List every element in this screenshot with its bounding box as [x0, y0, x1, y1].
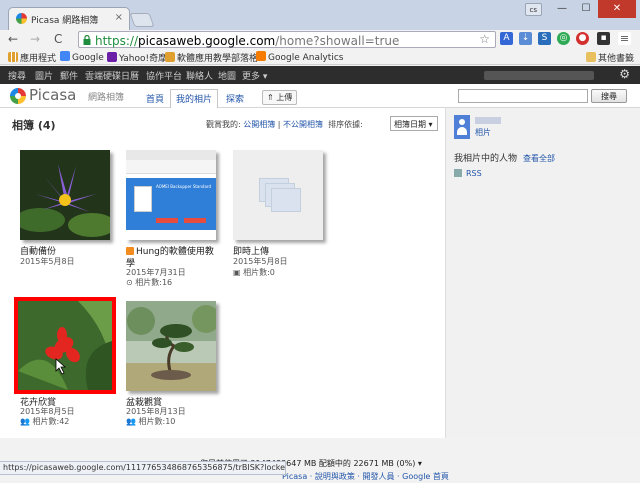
people-icon: 👥 [126, 417, 139, 426]
sort-select[interactable]: 相簿日期 ▾ [390, 116, 438, 131]
maximize-button[interactable]: ☐ [574, 0, 598, 18]
yahoo-icon [107, 52, 117, 62]
private-albums-link[interactable]: 不公開相簿 [283, 120, 323, 129]
album-date: 2015年5月8日 [20, 257, 75, 266]
albums-title: 相簿 (4) [12, 119, 56, 132]
extension-icon-3[interactable]: S [538, 32, 551, 45]
thumb-caption: AOMEI Backupper Standard [156, 184, 212, 189]
bookmark-other[interactable]: 其他書籤 [586, 51, 634, 64]
people-section: 我相片中的人物 查看全部 [454, 154, 556, 164]
blogger-icon [126, 247, 134, 255]
albums-panel: 相簿 (4) 觀賞我的: 公開相簿 | 不公開相簿 排序依據: 相簿日期 ▾ 自… [0, 108, 445, 438]
gbar-images[interactable]: 圖片 [35, 69, 53, 82]
adblock-icon[interactable]: ● [576, 32, 589, 45]
gbar-mail[interactable]: 郵件 [60, 69, 78, 82]
rss-link[interactable]: RSS [454, 169, 482, 178]
extension-icon-2[interactable]: ⇣ [519, 32, 532, 45]
gbar-sites[interactable]: 協作平台 [146, 69, 182, 82]
close-window-button[interactable]: ✕ [598, 0, 636, 18]
picasa-logo-icon [10, 88, 26, 104]
gbar-maps[interactable]: 地圖 [218, 69, 236, 82]
bookmark-star-icon[interactable]: ☆ [479, 32, 490, 46]
bookmark-apps[interactable]: 應用程式 [8, 51, 56, 64]
google-bar: 搜尋 圖片 郵件 雲端硬碟 日曆 協作平台 聯絡人 地圖 更多 ▾ ⚙ [0, 66, 640, 84]
new-tab-button[interactable] [129, 13, 155, 27]
canna-flower-photo [18, 301, 112, 390]
translate-extension-icon[interactable]: A [500, 32, 513, 45]
picasa-favicon-icon [16, 13, 27, 24]
minimize-button[interactable]: — [550, 0, 574, 18]
album-thumb-auto-backup[interactable] [20, 150, 110, 240]
picasa-header: Picasa 網路相簿 首頁 我的相片 探索 ⇑ 上傳 搜尋 [0, 84, 640, 109]
tab-my-photos[interactable]: 我的相片 [170, 89, 219, 109]
upload-button[interactable]: ⇑ 上傳 [262, 90, 298, 105]
bookmarks-bar: 應用程式 Google Yahoo!奇摩 軟體應用教學部落格 Google An… [0, 49, 640, 65]
album-count: 👥 相片數:10 [126, 417, 176, 426]
album-count: ⊙ 相片數:16 [126, 278, 173, 287]
gbar-calendar[interactable]: 日曆 [121, 69, 139, 82]
view-options: 觀賞我的: 公開相簿 | 不公開相簿 排序依據: [206, 120, 363, 129]
google-icon [60, 51, 70, 61]
tab-title: Picasa 網路相簿 [31, 16, 99, 26]
bookmark-analytics[interactable]: Google Analytics [256, 51, 343, 63]
album-date: 2015年5月8日 [233, 257, 288, 266]
search-button[interactable]: 搜尋 [591, 89, 627, 103]
album-count: 👥 相片數:42 [20, 417, 70, 426]
gbar-contacts[interactable]: 聯絡人 [186, 69, 213, 82]
address-bar[interactable]: https://picasaweb.google.com/home?showal… [78, 31, 496, 48]
footer-links[interactable]: Picasa · 說明與政策 · 開發人員 · Google 首頁 [282, 471, 449, 482]
reload-icon[interactable]: C [54, 32, 62, 46]
bookmark-google[interactable]: Google [60, 51, 104, 63]
account-email[interactable] [484, 71, 594, 80]
rss-icon [454, 169, 462, 177]
profile-sidebar: 相片 我相片中的人物 查看全部 RSS [445, 108, 640, 438]
lotus-photo [20, 150, 110, 240]
gbar-drive[interactable]: 雲端硬碟 [85, 69, 121, 82]
people-icon: 👥 [20, 417, 33, 426]
forward-icon[interactable]: → [30, 32, 40, 46]
shared-link-icon: ⊙ [126, 278, 136, 287]
album-count: ▣ 相片數:0 [233, 268, 275, 277]
album-thumb-flowers[interactable] [18, 301, 112, 390]
album-name[interactable]: Hung的軟體使用教 [126, 244, 214, 257]
extension-icon-4[interactable]: ◎ [557, 32, 570, 45]
lock-icon [83, 35, 91, 45]
bonsai-photo [126, 301, 216, 391]
profile-photos-link[interactable]: 相片 [475, 127, 491, 138]
analytics-icon [256, 51, 266, 61]
tab-home[interactable]: 首頁 [140, 89, 170, 108]
album-thumb-software-tutorials[interactable]: AOMEI Backupper Standard [126, 150, 216, 240]
url-text: https://picasaweb.google.com/home?showal… [95, 34, 400, 48]
avatar[interactable] [454, 115, 470, 139]
browser-tab[interactable]: Picasa 網路相簿 × [8, 7, 130, 30]
gear-icon[interactable]: ⚙ [619, 67, 630, 81]
tab-explore[interactable]: 探索 [220, 89, 250, 108]
user-badge[interactable]: cs [524, 3, 542, 16]
public-albums-link[interactable]: 公開相簿 [243, 120, 275, 129]
browser-titlebar: Picasa 網路相簿 × cs — ☐ ✕ [0, 0, 640, 30]
menu-icon[interactable]: ≡ [618, 32, 631, 45]
back-icon[interactable]: ← [8, 32, 18, 46]
bookmark-yahoo[interactable]: Yahoo!奇摩 [107, 51, 167, 64]
gbar-search[interactable]: 搜尋 [8, 69, 26, 82]
folder-icon [586, 52, 596, 62]
search-input[interactable] [458, 89, 588, 103]
status-bar-url: https://picasaweb.google.com/11177653486… [0, 461, 286, 475]
browser-toolbar: ← → C https://picasaweb.google.com/home?… [0, 30, 640, 49]
album-thumb-bonsai[interactable] [126, 301, 216, 391]
view-all-people-link[interactable]: 查看全部 [523, 154, 555, 163]
apps-grid-icon [8, 52, 18, 62]
tab-close-icon[interactable]: × [115, 12, 123, 23]
bookmark-blog[interactable]: 軟體應用教學部落格 [165, 51, 258, 64]
extension-icon-6[interactable]: ▪ [597, 32, 610, 45]
album-thumb-instant-upload[interactable] [233, 150, 323, 240]
gbar-more[interactable]: 更多 ▾ [242, 69, 267, 82]
lock-small-icon: ▣ [233, 268, 244, 277]
star-blog-icon [165, 52, 175, 62]
profile-name-redacted [475, 117, 501, 124]
